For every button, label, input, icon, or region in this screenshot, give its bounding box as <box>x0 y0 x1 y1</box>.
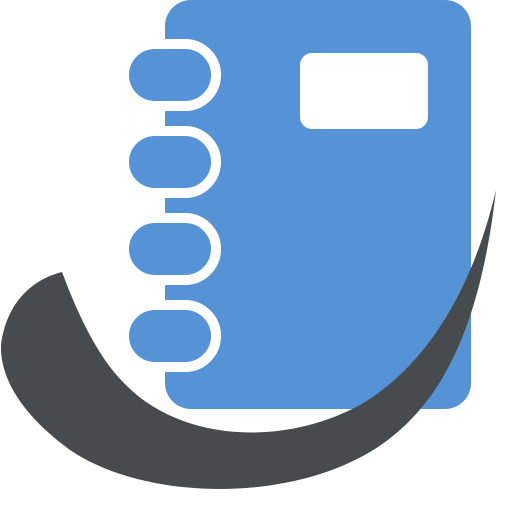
notebook-logo <box>0 0 497 489</box>
spiral-ring <box>119 126 221 198</box>
app-logo <box>0 0 512 512</box>
spiral-ring <box>119 300 221 372</box>
spiral-ring <box>119 39 221 111</box>
spiral-ring <box>119 213 221 285</box>
notebook-label <box>300 53 428 129</box>
